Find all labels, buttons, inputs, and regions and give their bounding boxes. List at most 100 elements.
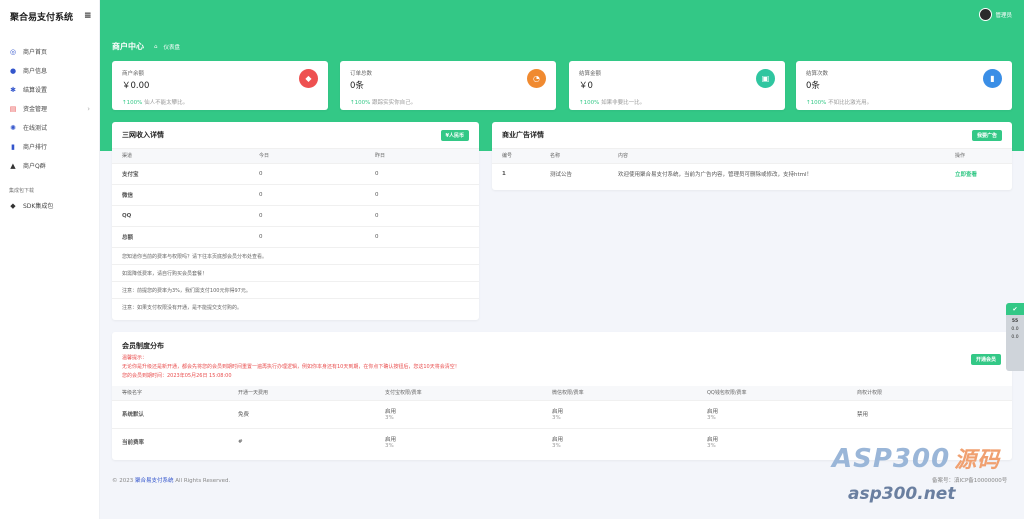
column-header: 开通一天费用 xyxy=(228,386,375,400)
stat-label: 商户余额 xyxy=(122,71,145,77)
stat-percent: 100% xyxy=(810,100,827,106)
footer-link[interactable]: 聚合易支付系统 xyxy=(135,478,174,484)
perm-rate: 3% xyxy=(707,415,716,421)
stat-card-balance: 商户余额 ￥0.00 ↑100% 仙人不能太攀比。 ◆ xyxy=(112,61,328,110)
column-header: QQ钱包权限/费率 xyxy=(697,386,847,400)
panel-header: 三网收入详情 ¥人民币 xyxy=(112,122,479,149)
chevron-right-icon: › xyxy=(87,104,90,113)
perm-rate: 3% xyxy=(385,415,394,421)
ad-name: 测试公告 xyxy=(540,162,608,185)
pie-chart-icon: ◔ xyxy=(527,69,546,88)
sidebar-item-label: 商户Q群 xyxy=(23,163,46,170)
note-text: 您知道你当前的费率与权限吗？请下往本页底部会员分布处查看。 xyxy=(112,247,479,264)
home-icon[interactable]: ⌂ xyxy=(154,44,158,50)
footer-icp[interactable]: 备案号：滇ICP备10000000号 xyxy=(932,476,1007,484)
income-notes: 您知道你当前的费率与权限吗？请下往本页底部会员分布处查看。 如需降低费率，请自行… xyxy=(112,247,479,315)
user-menu[interactable]: 管理员 xyxy=(979,8,1012,21)
footer-copyright: © 2023 聚合易支付系统 All Rights Reserved. xyxy=(112,476,230,484)
advertise-button[interactable]: 我要广告 xyxy=(971,129,1002,141)
page-header: 商户中心 ⌂ 仪表盘 xyxy=(112,41,180,52)
tip-label: 温馨提示： xyxy=(122,355,148,361)
sidebar-item-label: 商户首页 xyxy=(23,49,48,56)
wallet-icon: ▣ xyxy=(756,69,775,88)
watermark-url: asp300.net xyxy=(848,484,956,504)
note-text: 注意：前提您的费率为3%，我们需支付100元你得97元。 xyxy=(112,281,479,298)
perm-rate: 3% xyxy=(707,443,716,450)
alipay-perm: 启用 3% xyxy=(375,399,542,428)
currency-button[interactable]: ¥人民币 xyxy=(440,129,469,141)
panel-title: 商业广告详情 xyxy=(502,131,544,139)
alipay-perm: 启用 3% xyxy=(375,427,542,456)
column-header: 编号 xyxy=(492,149,540,163)
sidebar-item-ranking[interactable]: ▮ 商户排行 xyxy=(0,137,99,156)
page-title: 商户中心 xyxy=(112,42,144,51)
note-text: 注意：如果支付权限没有开通，是不能提交支付购的。 xyxy=(112,298,479,315)
copyright-suffix: All Rights Reserved. xyxy=(175,478,231,484)
stat-note-text: 仙人不能太攀比。 xyxy=(144,100,189,106)
table-row: 支付宝 0 0 xyxy=(112,162,479,184)
stat-label: 结算次数 xyxy=(806,71,829,77)
level-name: 当前费率 xyxy=(112,427,228,456)
table-row: 总额 0 0 xyxy=(112,225,479,247)
stat-label: 订单总数 xyxy=(350,71,373,77)
sidebar-item-online-test[interactable]: ✺ 在线测试 xyxy=(0,118,99,137)
bar-chart-icon: ▮ xyxy=(983,69,1002,88)
channel-name: 微信 xyxy=(112,183,249,205)
watermark-text: ASP300 xyxy=(832,444,951,474)
ads-panel: 商业广告详情 我要广告 编号 名称 内容 操作 1 测试公告 欢迎使用聚合易支付… xyxy=(492,122,1012,190)
diamond-icon: ◆ xyxy=(299,69,318,88)
sidebar-item-qq-group[interactable]: ▲ 商户Q群 xyxy=(0,156,99,175)
yesterday-value: 0 xyxy=(365,162,479,184)
diamond-icon: ◆ xyxy=(10,201,16,210)
stat-note-text: 跟踪实实你自己。 xyxy=(372,100,417,106)
sidebar-item-label: 结算设置 xyxy=(23,87,48,94)
compass-icon: ◎ xyxy=(9,47,17,56)
stat-value: ￥0.00 xyxy=(122,81,150,91)
avatar xyxy=(979,8,993,21)
bar-chart-icon: ▮ xyxy=(11,142,15,151)
open-membership-button[interactable]: 开通会员 xyxy=(970,354,1001,365)
column-header: 微信权限/费率 xyxy=(542,386,697,400)
stat-note: ↑100% 仙人不能太攀比。 xyxy=(122,100,189,106)
check-icon: ✔ xyxy=(1006,303,1024,315)
income-panel: 三网收入详情 ¥人民币 渠道 今日 昨日 支付宝 0 0 微信 0 0 QQ 0… xyxy=(112,122,479,320)
sidebar-item-funds[interactable]: ▤ 资金管理 › xyxy=(0,99,99,118)
menu-toggle-icon[interactable]: ≡ xyxy=(84,0,92,32)
sidebar-item-label: 资金管理 xyxy=(23,106,48,113)
panel-title: 三网收入详情 xyxy=(122,131,164,139)
user-icon: ● xyxy=(9,66,17,75)
stat-note-text: 不如比比激光用。 xyxy=(828,100,873,106)
floating-widget[interactable]: ✔ 55 0.0 0.0 xyxy=(1006,303,1024,371)
sidebar-menu: ◎ 商户首页 ● 商户信息 ✱ 结算设置 ▤ 资金管理 › ✺ 在线测试 ▮ 商… xyxy=(0,42,99,175)
breadcrumb: ⌂ 仪表盘 xyxy=(154,43,180,51)
perm-rate: 3% xyxy=(552,443,561,450)
sidebar-item-label: 商户排行 xyxy=(23,144,48,151)
gear-icon: ✱ xyxy=(10,85,16,94)
view-link[interactable]: 立即查看 xyxy=(945,162,1012,185)
channel-name: QQ xyxy=(112,204,249,226)
column-header: 商权计权限 xyxy=(847,386,1012,400)
graduation-cap-icon: ▲ xyxy=(10,161,16,170)
stat-card-settlement-count: 结算次数 0条 ↑100% 不如比比激光用。 ▮ xyxy=(796,61,1012,110)
note-text: 如需降低费率，请自行购买会员套餐！ xyxy=(112,264,479,281)
expire-text: 您的会员到期时间：2023年05月26日 15:08:00 xyxy=(122,373,232,379)
widget-value: 55 xyxy=(1011,319,1019,324)
stat-percent: 100% xyxy=(354,100,371,106)
sidebar-item-label: SDK集成包 xyxy=(23,203,54,210)
stat-note-text: 如果非要比一比。 xyxy=(601,100,646,106)
sidebar-item-merchant-info[interactable]: ● 商户信息 xyxy=(0,61,99,80)
ad-content: 欢迎使用聚合易支付系统，当前为广告内容，管理员可删除或修改，支持html！ xyxy=(608,162,945,185)
stat-percent: 100% xyxy=(583,100,600,106)
membership-panel: 会员制度分布 温馨提示： 无论你是升级还是新开通，都会先将您的会员到期时间重置一… xyxy=(112,332,1012,460)
sidebar-item-sdk[interactable]: ◆ SDK集成包 xyxy=(0,196,99,215)
column-header: 昨日 xyxy=(365,149,479,163)
qq-perm: 启用 3% xyxy=(697,427,847,456)
wechat-perm: 启用 3% xyxy=(542,399,697,428)
sidebar-item-settlement[interactable]: ✱ 结算设置 xyxy=(0,80,99,99)
sidebar-item-home[interactable]: ◎ 商户首页 xyxy=(0,42,99,61)
income-table: 渠道 今日 昨日 支付宝 0 0 微信 0 0 QQ 0 0 总额 0 0 xyxy=(112,149,479,247)
column-header: 渠道 xyxy=(112,149,249,163)
sidebar-item-label: 商户信息 xyxy=(23,68,48,75)
sidebar: 聚合易支付系统 ≡ ◎ 商户首页 ● 商户信息 ✱ 结算设置 ▤ 资金管理 › … xyxy=(0,0,100,519)
stat-percent: 100% xyxy=(126,100,143,106)
